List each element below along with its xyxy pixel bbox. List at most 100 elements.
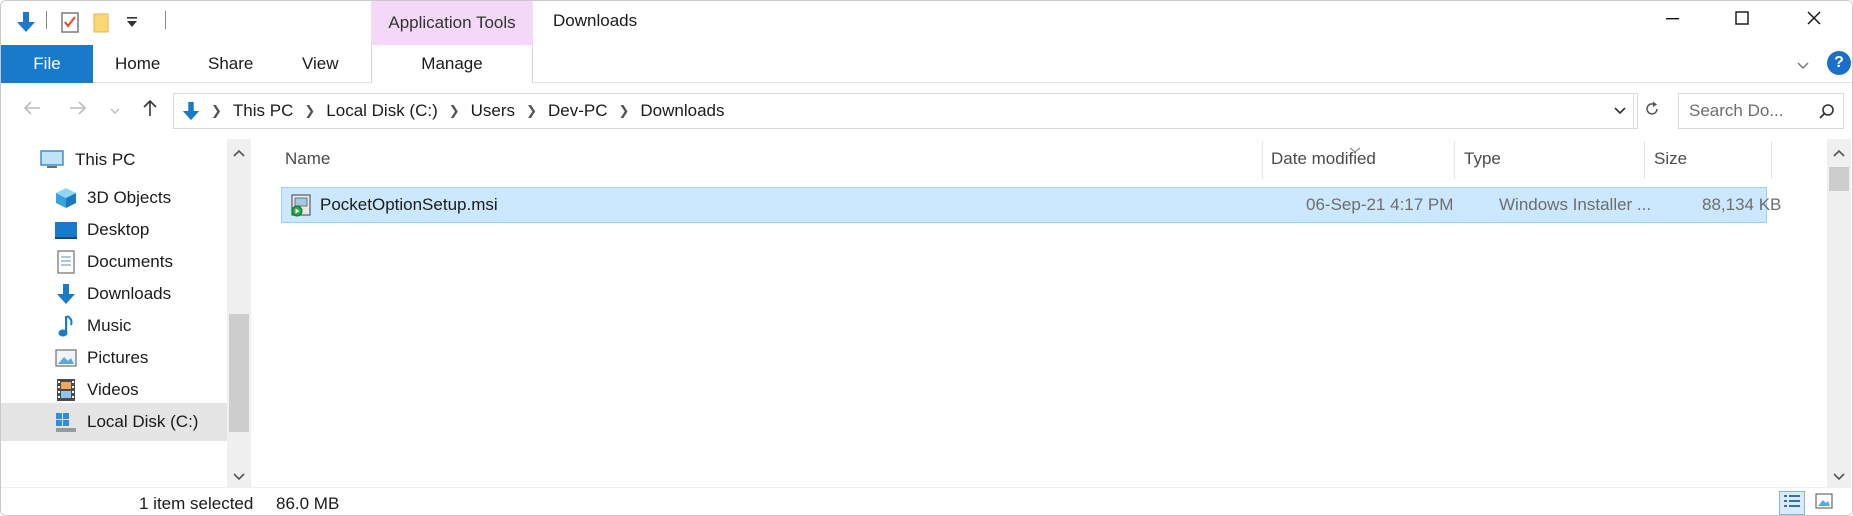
back-arrow-icon [22,100,42,121]
scrollbar-thumb[interactable] [229,314,249,432]
breadcrumb-chevron-icon[interactable]: ❯ [611,103,636,119]
breadcrumb-dev-pc[interactable]: Dev-PC [544,101,612,121]
breadcrumb-users[interactable]: Users [467,101,519,121]
quick-access-toolbar [13,7,39,37]
status-bar: 1 item selected 86.0 MB [1,487,1852,515]
navigation-pane: This PC 3D Objects Desktop Documents Dow… [1,139,251,487]
pictures-icon [53,345,79,371]
selection-size: 86.0 MB [276,494,340,513]
breadcrumb-downloads[interactable]: Downloads [636,101,728,121]
nav-item-this-pc[interactable]: This PC [1,141,227,179]
msi-installer-icon [288,192,314,218]
chevron-down-icon [1613,101,1627,121]
file-tab[interactable]: File [1,45,93,83]
ribbon-tab-bar: File Home Share View Manage ? [1,45,1852,83]
close-icon [1806,10,1822,31]
application-tools-context-tab: Application Tools [371,1,533,45]
address-bar[interactable]: ❯ This PC ❯ Local Disk (C:) ❯ Users ❯ De… [173,93,1658,129]
cube-icon [53,185,79,211]
forward-arrow-icon [68,100,88,121]
file-list-scrollbar[interactable] [1827,139,1851,487]
nav-item-label: This PC [75,150,136,169]
search-box[interactable] [1678,93,1844,129]
downloads-location-icon [178,98,204,124]
navigation-pane-scrollbar[interactable] [227,139,251,487]
computer-icon [39,147,65,173]
document-icon [53,249,79,275]
column-divider[interactable] [1262,141,1263,179]
nav-item-local-disk[interactable]: Local Disk (C:) [1,403,227,441]
music-note-icon [53,313,79,339]
column-header-date-modified[interactable]: Date modified [1271,139,1376,179]
search-input[interactable] [1689,100,1809,122]
forward-button[interactable] [63,95,93,125]
column-divider[interactable] [1454,141,1455,179]
column-divider[interactable] [1644,141,1645,179]
new-folder-icon[interactable] [89,9,115,35]
properties-checklist-icon[interactable] [57,9,83,35]
maximize-button[interactable] [1707,1,1777,39]
local-disk-icon [53,409,79,435]
qa-separator [46,11,47,29]
file-size: 88,134 KB [1702,195,1782,214]
breadcrumb-local-disk[interactable]: Local Disk (C:) [322,101,441,121]
window-title: Downloads [553,11,638,30]
tab-home[interactable]: Home [115,45,160,83]
file-type: Windows Installer ... [1499,195,1652,214]
table-row[interactable]: PocketOptionSetup.msi 06-Sep-21 4:17 PM … [281,187,1781,223]
refresh-icon [1643,100,1661,123]
column-divider[interactable] [1771,141,1772,179]
chevron-down-icon [1796,55,1810,75]
close-button[interactable] [1779,1,1849,39]
column-header-name[interactable]: Name [285,139,330,179]
chevron-down-icon [110,100,120,120]
file-name[interactable]: PocketOptionSetup.msi [320,188,498,222]
nav-item-label: Local Disk (C:) [87,412,199,431]
title-bar: Application Tools Downloads [1,1,1852,45]
tab-view[interactable]: View [302,45,339,83]
nav-item-label: 3D Objects [87,188,172,207]
large-icons-view-button[interactable] [1811,491,1837,515]
column-header-size[interactable]: Size [1654,139,1687,179]
qa-newfolder [89,7,115,37]
recent-locations-button[interactable] [105,95,125,125]
scrollbar-thumb[interactable] [1829,167,1849,191]
tab-manage[interactable]: Manage [371,45,533,83]
breadcrumb-chevron-icon[interactable]: ❯ [297,103,322,119]
scroll-up-arrow-icon[interactable] [227,141,251,165]
customize-dropdown-icon[interactable] [121,9,143,35]
minimize-button[interactable] [1637,1,1707,39]
selection-count: 1 item selected [139,494,254,513]
breadcrumb-chevron-icon[interactable]: ❯ [204,103,229,119]
nav-item-label: Desktop [87,220,150,239]
nav-item-label: Pictures [87,348,149,367]
back-button[interactable] [17,95,47,125]
expand-ribbon-button[interactable] [1791,53,1815,77]
breadcrumb: ❯ This PC ❯ Local Disk (C:) ❯ Users ❯ De… [178,94,729,128]
nav-item-label: Music [87,316,132,335]
downloads-arrow-icon[interactable] [13,9,39,35]
details-view-button[interactable] [1779,491,1805,515]
nav-item-label: Documents [87,252,173,271]
refresh-button[interactable] [1638,94,1666,128]
scroll-up-arrow-icon[interactable] [1827,141,1851,165]
help-icon[interactable]: ? [1827,51,1851,75]
nav-item-label: Downloads [87,284,172,303]
breadcrumb-chevron-icon[interactable]: ❯ [442,103,467,119]
search-icon[interactable] [1815,100,1839,124]
breadcrumb-this-pc[interactable]: This PC [229,101,297,121]
up-button[interactable] [135,95,165,125]
file-list: Name Date modified Type Size PocketOptio… [261,139,1827,487]
minimize-icon [1664,10,1680,31]
scroll-down-arrow-icon[interactable] [227,465,251,489]
maximize-icon [1734,10,1750,31]
details-view-icon [1783,493,1801,514]
file-date-modified: 06-Sep-21 4:17 PM [1306,195,1454,214]
film-strip-icon [53,377,79,403]
scroll-down-arrow-icon[interactable] [1827,465,1851,489]
qa-properties [57,7,83,37]
address-history-dropdown[interactable] [1606,94,1634,128]
column-header-type[interactable]: Type [1464,139,1501,179]
tab-share[interactable]: Share [208,45,253,83]
breadcrumb-chevron-icon[interactable]: ❯ [519,103,544,119]
